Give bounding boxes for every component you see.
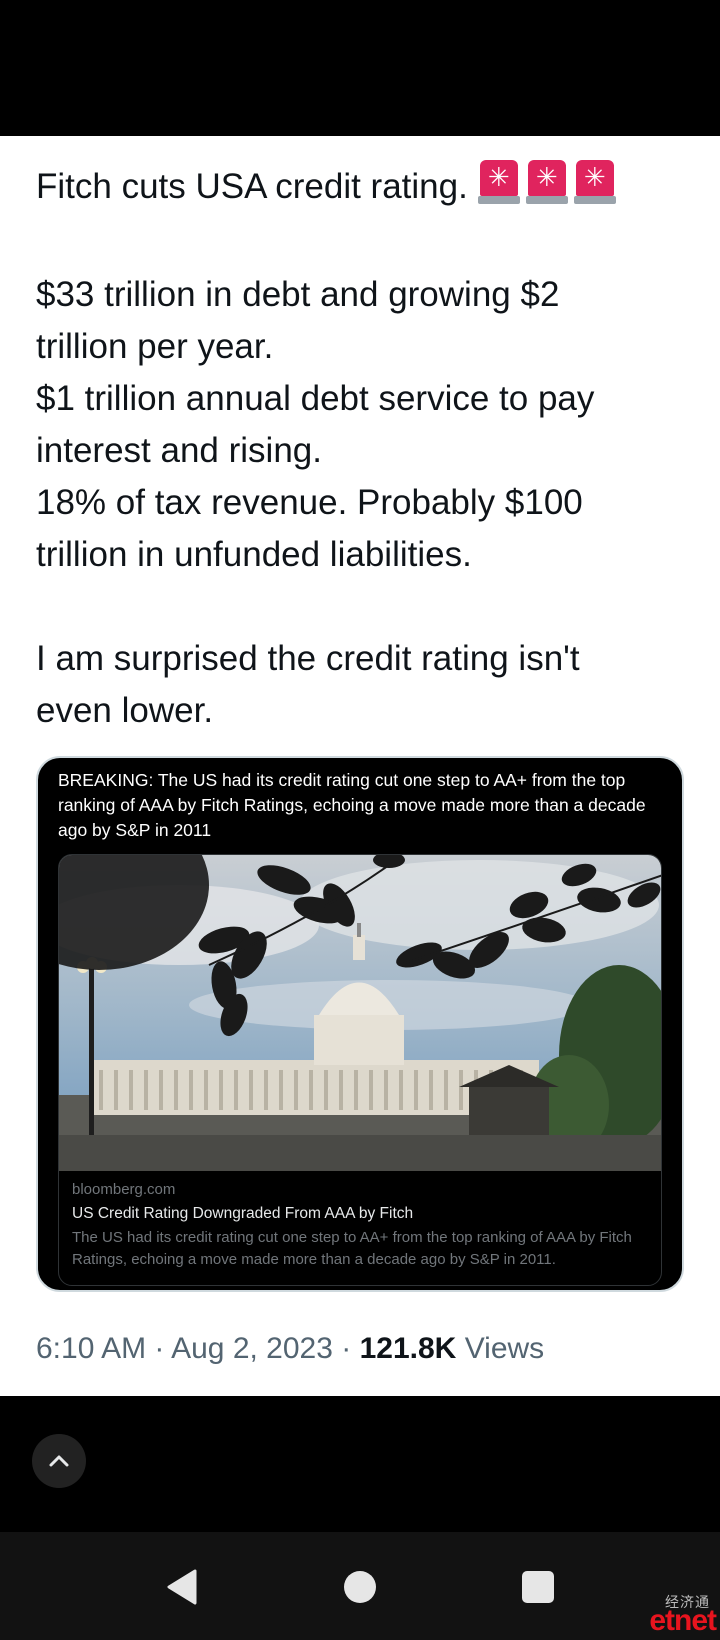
link-description: The US had its credit rating cut one ste…	[72, 1229, 632, 1268]
tweet-detail: Fitch cuts USA credit rating. ✳ ✳ ✳ $33 tri…	[0, 136, 720, 1396]
system-navigation-bar: 经济通 etnet	[0, 1532, 720, 1640]
recents-square-icon	[522, 1571, 554, 1603]
meta-separator: ·	[341, 1332, 352, 1365]
tweet-body: $33 trillion in debt and growing $2 tril…	[36, 275, 595, 730]
police-car-light-icon: ✳	[573, 160, 616, 206]
tweet-time[interactable]: 6:10 AM	[36, 1332, 146, 1365]
views-count[interactable]: 121.8K	[360, 1332, 457, 1365]
back-triangle-icon	[167, 1569, 197, 1605]
tweet-date[interactable]: Aug 2, 2023	[171, 1332, 333, 1365]
nav-back-button[interactable]	[156, 1562, 206, 1612]
scroll-to-top-button[interactable]	[32, 1434, 86, 1488]
meta-separator: ·	[154, 1332, 165, 1365]
link-preview-card[interactable]: bloomberg.com US Credit Rating Downgrade…	[58, 854, 662, 1286]
quoted-tweet-card[interactable]: BREAKING: The US had its credit rating c…	[36, 756, 684, 1292]
nav-home-button[interactable]	[335, 1562, 385, 1612]
status-bar-area	[0, 0, 720, 136]
police-car-light-icon: ✳	[477, 160, 520, 206]
nav-recents-button[interactable]	[513, 1562, 563, 1612]
police-car-light-icon: ✳	[525, 160, 568, 206]
chevron-up-icon	[49, 1455, 69, 1467]
link-title: US Credit Rating Downgraded From AAA by …	[72, 1205, 414, 1222]
tweet-headline: Fitch cuts USA credit rating.	[36, 166, 468, 206]
emoji-group: ✳ ✳ ✳	[477, 160, 622, 217]
tweet-meta: 6:10 AM · Aug 2, 2023 · 121.8K Views	[36, 1332, 544, 1366]
views-label[interactable]: Views	[465, 1332, 544, 1365]
home-circle-icon	[344, 1571, 376, 1603]
etnet-watermark: 经济通 etnet	[626, 1592, 717, 1638]
tweet-text: Fitch cuts USA credit rating. ✳ ✳ ✳ $33 tri…	[36, 160, 696, 737]
watermark-en: etnet	[649, 1604, 717, 1637]
capitol-photo	[59, 855, 661, 1171]
quoted-tweet-text: BREAKING: The US had its credit rating c…	[58, 770, 646, 840]
link-domain: bloomberg.com	[72, 1181, 176, 1198]
